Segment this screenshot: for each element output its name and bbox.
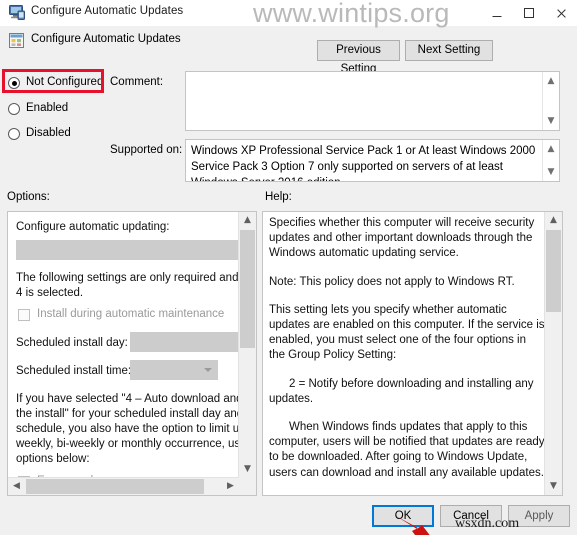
- limit-updating-text-line4: weekly, bi-weekly or monthly occurrence,…: [16, 438, 239, 450]
- next-setting-button[interactable]: Next Setting: [405, 40, 493, 61]
- scroll-down-icon[interactable]: ▼: [239, 461, 256, 478]
- comment-input[interactable]: ▲ ▼: [185, 71, 560, 131]
- window-controls: [481, 0, 577, 26]
- scroll-up-icon[interactable]: ▲: [543, 141, 559, 157]
- cancel-button[interactable]: Cancel: [440, 505, 502, 527]
- options-vertical-scrollbar[interactable]: ▲ ▼: [238, 212, 256, 478]
- help-paragraph: Note: This policy does not apply to Wind…: [269, 275, 515, 288]
- scrollbar-thumb[interactable]: [546, 230, 561, 312]
- scroll-left-icon[interactable]: ◀: [8, 478, 25, 495]
- apply-button[interactable]: Apply: [508, 505, 570, 527]
- options-note-line1: The following settings are only required…: [16, 272, 239, 284]
- help-text-body: Specifies whether this computer will rec…: [269, 216, 545, 495]
- scroll-right-icon[interactable]: ▶: [222, 478, 239, 495]
- scheduled-install-day-label: Scheduled install day:: [16, 337, 128, 349]
- supported-on-scrollbar[interactable]: ▲ ▼: [542, 140, 559, 181]
- install-during-automatic-maintenance-label: Install during automatic maintenance: [37, 308, 225, 320]
- scroll-down-icon[interactable]: ▼: [543, 113, 559, 129]
- maximize-icon[interactable]: [513, 0, 545, 26]
- options-panel: Configure automatic updating: The follow…: [7, 211, 257, 496]
- previous-setting-button[interactable]: Previous Setting: [317, 40, 400, 75]
- scrollbar-thumb[interactable]: [240, 230, 255, 348]
- options-section-label: Options:: [7, 191, 50, 203]
- policy-editor-icon: [9, 5, 25, 20]
- radio-dot-icon: [8, 128, 20, 140]
- title-bar-label: Configure Automatic Updates: [31, 5, 184, 17]
- scroll-up-icon[interactable]: ▲: [545, 212, 562, 229]
- scroll-down-icon[interactable]: ▼: [543, 164, 559, 180]
- scrollbar-corner: [239, 478, 256, 495]
- help-paragraph: 2 = Notify before downloading and instal…: [269, 377, 534, 405]
- help-panel: Specifies whether this computer will rec…: [262, 211, 563, 496]
- options-horizontal-scrollbar[interactable]: ◀ ▶: [8, 477, 239, 495]
- scroll-up-icon[interactable]: ▲: [239, 212, 256, 229]
- highlight-box-not-configured: [2, 69, 104, 93]
- minimize-icon[interactable]: [481, 0, 513, 26]
- limit-updating-text-line1: If you have selected "4 – Auto download …: [16, 393, 239, 405]
- supported-on-label: Supported on:: [110, 144, 183, 156]
- configure-automatic-updating-dropdown[interactable]: [16, 240, 238, 260]
- chevron-down-icon: [204, 368, 212, 372]
- comment-label: Comment:: [110, 76, 164, 88]
- dialog-header-title: Configure Automatic Updates: [31, 33, 181, 45]
- policy-setting-icon: [9, 33, 24, 48]
- title-bar: Configure Automatic Updates: [0, 0, 577, 27]
- radio-dot-icon: [8, 103, 20, 115]
- scroll-down-icon[interactable]: ▼: [545, 478, 562, 495]
- help-paragraph: Specifies whether this computer will rec…: [269, 217, 535, 260]
- checkbox-icon: [18, 309, 30, 321]
- radio-disabled-label: Disabled: [26, 127, 71, 139]
- ok-button[interactable]: OK: [372, 505, 434, 527]
- configure-automatic-updating-label: Configure automatic updating:: [16, 221, 170, 233]
- supported-on-box[interactable]: Windows XP Professional Service Pack 1 o…: [185, 139, 560, 182]
- scheduled-install-time-label: Scheduled install time:: [16, 365, 132, 377]
- limit-updating-text-line3: schedule, you also have the option to li…: [16, 423, 239, 435]
- help-vertical-scrollbar[interactable]: ▲ ▼: [544, 212, 562, 495]
- scheduled-install-time-dropdown[interactable]: [130, 360, 218, 380]
- help-paragraph: This setting lets you specify whether au…: [269, 303, 545, 362]
- close-icon[interactable]: [545, 0, 577, 26]
- scheduled-install-day-dropdown[interactable]: [130, 332, 239, 352]
- configure-automatic-updates-dialog: Configure Automatic Updates Configure Au…: [0, 0, 577, 535]
- help-section-label: Help:: [265, 191, 292, 203]
- supported-on-value: Windows XP Professional Service Pack 1 o…: [191, 145, 536, 181]
- radio-enabled-label: Enabled: [26, 102, 69, 114]
- options-content: Configure automatic updating: The follow…: [8, 212, 239, 478]
- limit-updating-text-line2: the install" for your scheduled install …: [16, 408, 239, 420]
- scroll-up-icon[interactable]: ▲: [543, 73, 559, 89]
- help-paragraph: When Windows finds updates that apply to…: [269, 421, 545, 479]
- limit-updating-text-line5: options below:: [16, 453, 90, 465]
- help-paragraph: 3 = (Default setting) Download the updat…: [269, 494, 545, 496]
- options-note-line2: 4 is selected.: [16, 287, 84, 299]
- scrollbar-thumb[interactable]: [26, 479, 204, 494]
- help-content: Specifies whether this computer will rec…: [263, 212, 545, 495]
- comment-scrollbar[interactable]: ▲ ▼: [542, 72, 559, 130]
